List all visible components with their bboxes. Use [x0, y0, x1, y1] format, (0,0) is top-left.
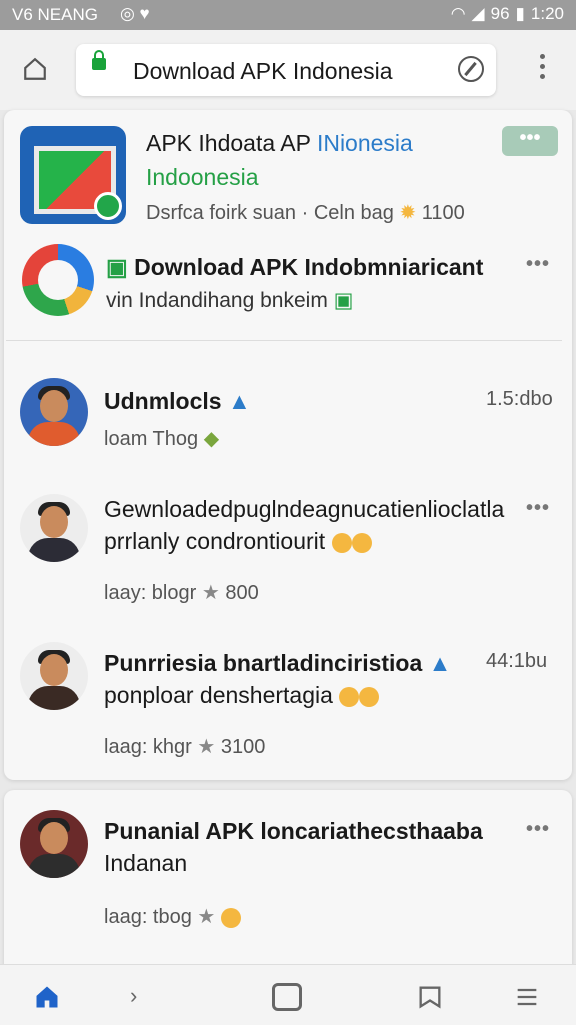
post-text: prrlanly condrontiourit	[104, 528, 372, 555]
app-meta: Dsrfca foirk suan · Celn bag ✹ 1100	[146, 202, 465, 224]
post-author[interactable]: Punrriesia bnartladinciristioa ▲	[104, 650, 451, 677]
signal-icon: ◢	[471, 4, 485, 23]
bottom-nav: ›	[0, 964, 576, 1025]
bookmark-icon[interactable]	[414, 983, 446, 1011]
forward-icon[interactable]: ›	[130, 983, 137, 1009]
carrier-label: V6 NEANG	[12, 5, 98, 24]
apk-app-icon[interactable]	[20, 126, 126, 224]
post-author[interactable]: Udnmlocls ▲	[104, 388, 251, 415]
clock: 1:20	[530, 4, 564, 23]
avatar[interactable]	[20, 378, 88, 446]
home-icon[interactable]	[22, 56, 48, 82]
avatar[interactable]	[20, 494, 88, 562]
avatar[interactable]	[20, 810, 88, 878]
post-text: Indanan	[104, 850, 188, 876]
app-title: APK Ihdoata AP INionesia	[146, 130, 413, 156]
browser-toolbar: Download APK Indonesia	[0, 30, 576, 110]
address-bar[interactable]: Download APK Indonesia	[76, 44, 496, 96]
post-text: loam Thog ◆	[104, 428, 220, 450]
more-icon[interactable]: •••	[526, 497, 550, 520]
wifi-icon: ◠	[450, 4, 466, 23]
post-time: 44:1bu	[486, 650, 548, 672]
divider	[6, 340, 562, 341]
more-button[interactable]: •••	[502, 126, 558, 156]
tabs-icon[interactable]	[272, 983, 302, 1011]
menu-icon[interactable]	[512, 983, 542, 1011]
compass-icon[interactable]	[458, 56, 484, 82]
battery-label: 96	[490, 4, 510, 23]
battery-icon: ▮	[515, 4, 525, 23]
promo-title[interactable]: ▣ Download APK Indobmniaricant	[106, 254, 483, 281]
star-icon: ★	[197, 736, 216, 758]
url-text: Download APK Indonesia	[133, 58, 393, 84]
star-icon: ★	[201, 582, 220, 604]
post-meta: laag: tbog ★	[104, 904, 241, 929]
post-meta: laag: khgr ★ 3100	[104, 736, 266, 758]
post-author[interactable]: Punanial APK loncariathecsthaaba	[104, 818, 483, 845]
home-icon[interactable]	[32, 983, 62, 1011]
avatar[interactable]	[20, 642, 88, 710]
more-icon[interactable]: •••	[526, 818, 550, 841]
status-bar: V6 NEANG ◎ ♥ ◠ ◢ 96 ▮ 1:20	[0, 0, 576, 30]
browser-logo-icon	[22, 244, 94, 316]
star-icon: ★	[197, 906, 216, 928]
more-icon[interactable]: •••	[526, 253, 550, 276]
app-subtitle: Indoonesia	[146, 164, 259, 190]
post-text: ponploar denshertagia	[104, 682, 380, 709]
post-meta: laay: blogr ★ 800	[104, 582, 259, 604]
notification-icons: ◎ ♥	[120, 4, 150, 23]
gear-icon	[94, 192, 122, 220]
menu-icon[interactable]	[540, 54, 546, 84]
post-time: 1.5:dbo	[486, 388, 553, 410]
promo-subtitle: vin Indandihang bnkeim ▣	[106, 289, 354, 312]
lock-icon	[92, 50, 106, 70]
post-text: Gewnloadedpuglndeagnucatienlioclatla	[104, 496, 505, 522]
